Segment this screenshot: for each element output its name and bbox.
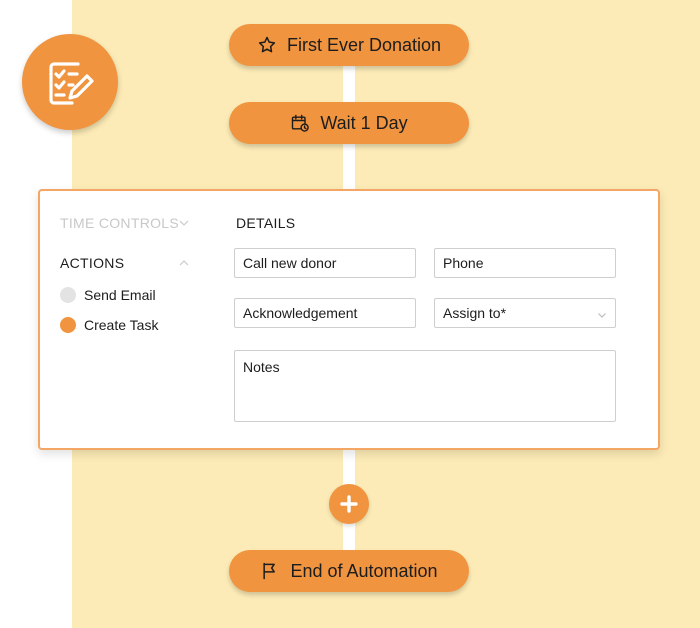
radio-unselected — [60, 287, 76, 303]
action-option-label: Create Task — [84, 317, 159, 333]
chevron-down-icon — [598, 313, 606, 318]
task-name-field[interactable]: Call new donor — [234, 248, 416, 278]
connector-line — [343, 62, 355, 104]
radio-selected — [60, 317, 76, 333]
end-label: End of Automation — [290, 560, 438, 581]
connector-line — [343, 448, 355, 486]
notes-placeholder: Notes — [243, 359, 280, 375]
task-name-value: Call new donor — [243, 255, 337, 271]
task-checklist-icon — [49, 62, 94, 105]
task-type-value: Phone — [443, 255, 484, 271]
action-option-label: Send Email — [84, 287, 156, 303]
action-option-create-task[interactable]: Create Task — [60, 317, 158, 333]
category-value: Acknowledgement — [243, 305, 358, 321]
task-type-field[interactable]: Phone — [434, 248, 616, 278]
notes-field[interactable]: Notes — [234, 350, 616, 422]
wait-step[interactable]: Wait 1 Day — [229, 102, 469, 144]
action-card: TIME CONTROLS ACTIONS Send Email Create … — [38, 189, 660, 450]
details-title: DETAILS — [236, 215, 296, 231]
add-step-button[interactable] — [329, 484, 369, 524]
time-controls-toggle[interactable]: TIME CONTROLS — [60, 215, 189, 231]
end-step[interactable]: End of Automation — [229, 550, 469, 592]
connector-line — [343, 522, 355, 552]
star-icon — [258, 36, 276, 53]
category-field[interactable]: Acknowledgement — [234, 298, 416, 328]
task-badge — [22, 34, 118, 130]
connector-line — [343, 140, 355, 192]
calendar-clock-icon — [292, 114, 310, 132]
actions-label: ACTIONS — [60, 255, 125, 271]
assign-to-select[interactable]: Assign to* — [434, 298, 616, 328]
chevron-up-icon — [179, 260, 189, 266]
actions-toggle[interactable]: ACTIONS — [60, 255, 189, 271]
time-controls-label: TIME CONTROLS — [60, 215, 180, 231]
assign-to-placeholder: Assign to* — [443, 305, 507, 321]
plus-icon — [340, 495, 358, 513]
wait-label: Wait 1 Day — [320, 112, 408, 133]
trigger-step[interactable]: First Ever Donation — [229, 24, 469, 66]
flag-icon — [263, 562, 276, 580]
action-option-send-email[interactable]: Send Email — [60, 287, 156, 303]
chevron-down-icon — [179, 220, 189, 226]
trigger-label: First Ever Donation — [286, 34, 442, 55]
